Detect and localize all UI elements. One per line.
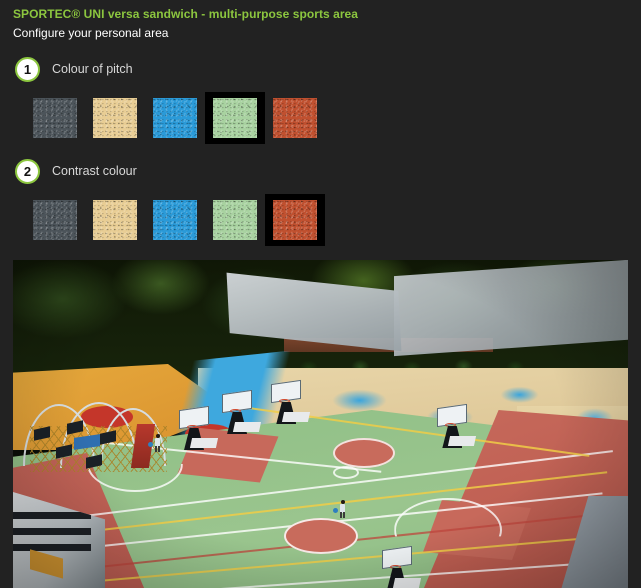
page-subtitle: Configure your personal area xyxy=(13,26,169,40)
photo-hoop-pad xyxy=(392,578,422,588)
swatch-green[interactable] xyxy=(213,98,257,138)
swatch-option-4[interactable] xyxy=(205,194,265,246)
swatch-option-5[interactable] xyxy=(265,194,325,246)
swatch-blue[interactable] xyxy=(153,200,197,240)
step-2-swatch-row xyxy=(0,194,641,246)
swatch-sand[interactable] xyxy=(93,200,137,240)
swatch-option-4[interactable] xyxy=(205,92,265,144)
swatch-blue[interactable] xyxy=(153,98,197,138)
step-1-header: 1 Colour of pitch xyxy=(0,55,641,83)
step-1-number-badge: 1 xyxy=(15,56,40,82)
photo-hoop-pad xyxy=(282,412,311,422)
photo-hoop-pad xyxy=(233,422,262,432)
swatch-option-1[interactable] xyxy=(25,194,85,246)
sports-area-photo xyxy=(13,260,628,588)
page-title: SPORTEC® UNI versa sandwich - multi-purp… xyxy=(13,7,359,21)
swatch-sand[interactable] xyxy=(93,98,137,138)
preview-image xyxy=(13,260,628,588)
swatch-terracotta[interactable] xyxy=(273,98,317,138)
step-1-swatch-row xyxy=(0,92,641,144)
swatch-option-1[interactable] xyxy=(25,92,85,144)
swatch-option-2[interactable] xyxy=(85,194,145,246)
photo-structure-slat xyxy=(13,528,92,535)
photo-small-circle xyxy=(332,466,359,479)
page-header: SPORTEC® UNI versa sandwich - multi-purp… xyxy=(13,7,573,41)
photo-center-circle xyxy=(332,438,395,468)
photo-player-legs xyxy=(339,512,345,518)
step-2-number-badge: 2 xyxy=(15,158,40,184)
photo-structure-slat xyxy=(13,512,92,519)
step-2-header: 2 Contrast colour xyxy=(0,157,641,185)
swatch-green[interactable] xyxy=(213,200,257,240)
configurator-page: SPORTEC® UNI versa sandwich - multi-purp… xyxy=(0,0,641,588)
step-2-label: Contrast colour xyxy=(52,164,137,178)
swatch-option-5[interactable] xyxy=(265,92,325,144)
swatch-option-3[interactable] xyxy=(145,194,205,246)
photo-center-circle xyxy=(283,518,358,554)
swatch-terracotta[interactable] xyxy=(273,200,317,240)
photo-player-legs xyxy=(155,446,161,452)
swatch-option-3[interactable] xyxy=(145,92,205,144)
photo-hoop-pad xyxy=(189,438,219,448)
swatch-grey[interactable] xyxy=(33,200,77,240)
photo-structure-slat xyxy=(13,544,92,551)
step-1-colour-of-pitch: 1 Colour of pitch xyxy=(0,55,641,144)
swatch-grey[interactable] xyxy=(33,98,77,138)
photo-building xyxy=(394,260,628,357)
photo-hoop-pad xyxy=(448,436,477,446)
step-2-contrast-colour: 2 Contrast colour xyxy=(0,157,641,246)
photo-structure-amber xyxy=(30,549,64,579)
photo-climbing-net xyxy=(19,402,204,476)
swatch-option-2[interactable] xyxy=(85,92,145,144)
photo-ball xyxy=(332,508,338,513)
step-1-label: Colour of pitch xyxy=(52,62,133,76)
